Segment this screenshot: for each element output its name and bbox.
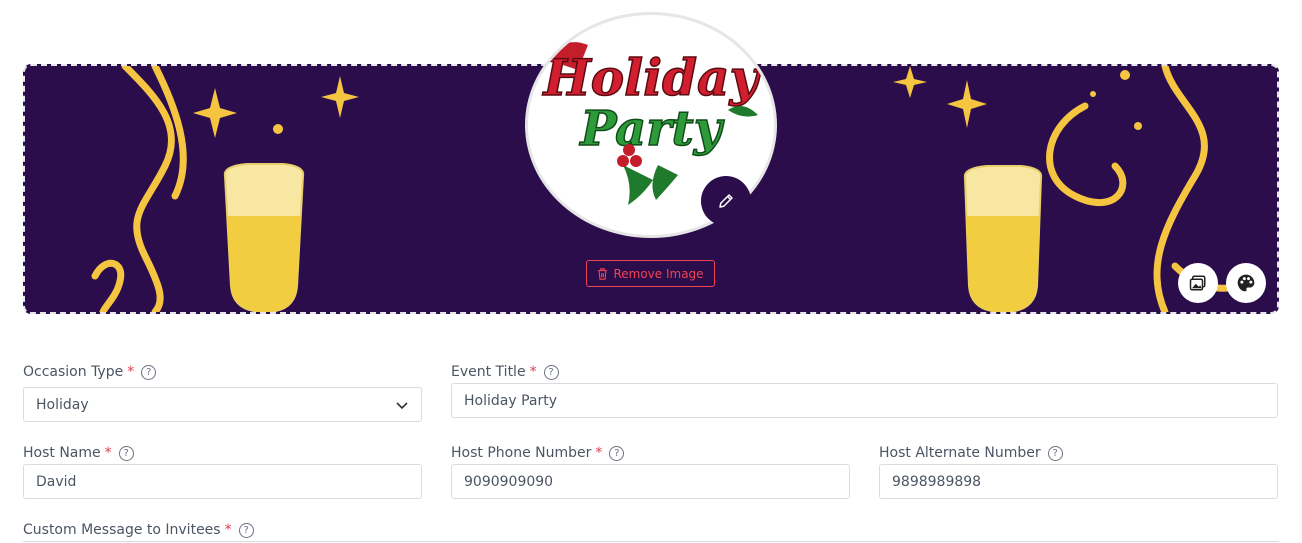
change-background-button[interactable] bbox=[1178, 263, 1218, 303]
palette-icon bbox=[1237, 274, 1255, 292]
artwork-title-line1: Holiday bbox=[542, 48, 762, 107]
custom-message-field-top[interactable] bbox=[23, 541, 1279, 542]
image-icon bbox=[1189, 275, 1206, 291]
required-mark: * bbox=[127, 364, 135, 380]
custom-message-label: Custom Message to Invitees * ? bbox=[23, 522, 254, 538]
remove-image-button[interactable]: Remove Image bbox=[586, 260, 715, 287]
occasion-type-select[interactable]: Holiday bbox=[23, 387, 422, 422]
host-alternate-input[interactable]: 9898989898 bbox=[879, 464, 1278, 499]
theme-button[interactable] bbox=[1226, 263, 1266, 303]
help-icon[interactable]: ? bbox=[238, 522, 254, 538]
pencil-icon bbox=[719, 194, 733, 208]
required-mark: * bbox=[104, 445, 112, 461]
trash-icon bbox=[598, 267, 608, 280]
event-title-label: Event Title * ? bbox=[451, 364, 559, 380]
required-mark: * bbox=[224, 522, 232, 538]
help-icon[interactable]: ? bbox=[609, 445, 625, 461]
chevron-down-icon bbox=[396, 401, 408, 409]
host-name-input[interactable]: David bbox=[23, 464, 422, 499]
host-phone-label: Host Phone Number * ? bbox=[451, 445, 625, 461]
required-mark: * bbox=[529, 364, 537, 380]
occasion-type-label: Occasion Type * ? bbox=[23, 364, 157, 380]
host-phone-input[interactable]: 9090909090 bbox=[451, 464, 850, 499]
event-title-input[interactable]: Holiday Party bbox=[451, 383, 1278, 418]
artwork-title-line2: Party bbox=[578, 101, 724, 157]
host-name-label: Host Name * ? bbox=[23, 445, 134, 461]
required-mark: * bbox=[595, 445, 603, 461]
help-icon[interactable]: ? bbox=[543, 364, 559, 380]
help-icon[interactable]: ? bbox=[1047, 445, 1063, 461]
edit-image-button[interactable] bbox=[701, 176, 751, 226]
remove-image-label: Remove Image bbox=[613, 266, 704, 281]
help-icon[interactable]: ? bbox=[141, 364, 157, 380]
help-icon[interactable]: ? bbox=[118, 445, 134, 461]
host-alternate-label: Host Alternate Number ? bbox=[879, 445, 1063, 461]
